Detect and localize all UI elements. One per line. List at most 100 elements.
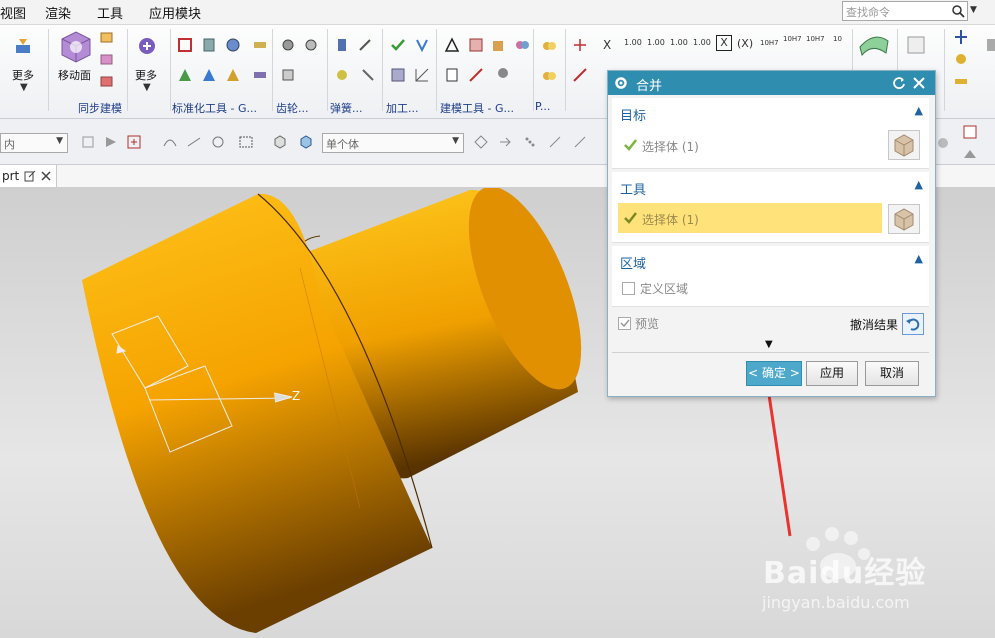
select-filter-icon-2[interactable] xyxy=(103,134,119,150)
select-face-icon[interactable] xyxy=(210,134,226,150)
reset-icon[interactable] xyxy=(892,76,906,90)
tolerance-icon[interactable] xyxy=(495,65,511,81)
filter-select[interactable]: 内 ▼ xyxy=(0,133,68,153)
dim-3[interactable]: 1.00 xyxy=(670,38,688,47)
more-label-1[interactable]: 更多 xyxy=(12,67,34,83)
pin-icon[interactable] xyxy=(225,67,241,83)
triangle-icon[interactable] xyxy=(444,37,460,53)
menu-view[interactable]: 视图 xyxy=(0,3,26,22)
group-standard-tools[interactable]: 标准化工具 - G... xyxy=(172,100,257,116)
helical-gear-icon[interactable] xyxy=(303,37,319,53)
datum-icon[interactable] xyxy=(572,37,588,53)
align-icon[interactable] xyxy=(953,29,969,45)
nut-icon[interactable] xyxy=(252,37,268,53)
dim-h7-3[interactable]: 10H7 xyxy=(806,35,825,43)
collapse-icon[interactable]: ▲ xyxy=(915,178,923,191)
menu-application[interactable]: 应用模块 xyxy=(149,3,201,22)
standard-part-icon[interactable] xyxy=(177,37,193,53)
solid-body-icon[interactable] xyxy=(298,134,314,150)
search-input[interactable]: 查找命令 xyxy=(842,1,968,21)
select-filter-icon[interactable] xyxy=(80,134,96,150)
snap-point-icon[interactable] xyxy=(126,134,142,150)
view-frame-icon[interactable] xyxy=(906,35,926,55)
snap-dots-icon[interactable] xyxy=(522,134,538,150)
dim-h7-1[interactable]: 10H7 xyxy=(760,39,779,47)
section-tool-title[interactable]: 工具 xyxy=(620,179,646,198)
washer-icon[interactable] xyxy=(201,67,217,83)
more-dropdown-icon-2[interactable]: ▼ xyxy=(143,82,151,93)
collapse-icon[interactable]: ▲ xyxy=(915,252,923,265)
measure-icon[interactable] xyxy=(468,67,484,83)
layout-icon[interactable] xyxy=(962,124,978,140)
search-icon[interactable] xyxy=(951,4,965,18)
snap-diamond-icon[interactable] xyxy=(473,134,489,150)
sketch-line-icon[interactable] xyxy=(572,67,588,83)
assembly-icon[interactable] xyxy=(541,37,557,53)
spring-delete-icon[interactable] xyxy=(360,67,376,83)
machining-feature-icon[interactable] xyxy=(414,37,430,53)
section-target-title[interactable]: 目标 xyxy=(620,105,646,124)
select-edge-icon[interactable] xyxy=(186,134,202,150)
replace-face-icon[interactable] xyxy=(99,51,115,67)
undo-result-button[interactable] xyxy=(902,313,924,335)
table-icon[interactable] xyxy=(468,37,484,53)
tab-part-file[interactable]: prt xyxy=(0,165,57,187)
disc-spring-icon[interactable] xyxy=(334,67,350,83)
gear-icon[interactable] xyxy=(614,76,628,90)
select-curve-icon[interactable] xyxy=(162,134,178,150)
document-icon[interactable] xyxy=(444,67,460,83)
dim-paren-x[interactable]: (X) xyxy=(737,37,753,50)
close-icon[interactable] xyxy=(40,170,52,182)
define-region-checkbox[interactable] xyxy=(622,282,635,295)
section-region-title[interactable]: 区域 xyxy=(620,253,646,272)
snap-arrow-icon[interactable] xyxy=(497,134,513,150)
dim-h7-2[interactable]: 10H7 xyxy=(783,35,802,43)
bearing-icon[interactable] xyxy=(177,67,193,83)
pattern-icon[interactable] xyxy=(953,73,969,89)
spring-icon[interactable] xyxy=(334,37,350,53)
dim-4[interactable]: 1.00 xyxy=(693,38,711,47)
dim-x[interactable]: X xyxy=(603,38,611,52)
ok-button[interactable]: < 确定 > xyxy=(746,361,802,386)
synchronous-more-icon[interactable] xyxy=(13,35,35,57)
more-label-2[interactable]: 更多 xyxy=(135,67,157,83)
dim-1[interactable]: 1.00 xyxy=(624,38,642,47)
delete-face-icon[interactable] xyxy=(99,73,115,89)
move-face-icon[interactable] xyxy=(58,29,94,63)
star-icon[interactable] xyxy=(953,51,969,67)
group-icon[interactable] xyxy=(514,37,530,53)
dialog-title-bar[interactable]: 合并 xyxy=(608,71,935,95)
component-icon[interactable] xyxy=(541,67,557,83)
apply-button[interactable]: 应用 xyxy=(806,361,858,386)
box-select-icon[interactable] xyxy=(238,134,254,150)
check-icon[interactable] xyxy=(390,37,406,53)
more-edit-icon[interactable] xyxy=(136,35,158,57)
group-modeling-tools[interactable]: 建模工具 - G... xyxy=(440,100,514,116)
attribute-icon[interactable] xyxy=(491,37,507,53)
view-icon[interactable] xyxy=(935,135,951,151)
bevel-gear-icon[interactable] xyxy=(280,67,296,83)
tool-select-row[interactable]: 选择体 (1) xyxy=(618,203,882,233)
machining-axis-icon[interactable] xyxy=(414,67,430,83)
snap-line-icon[interactable] xyxy=(547,134,563,150)
menu-tools[interactable]: 工具 xyxy=(97,3,123,22)
preview-checkbox[interactable] xyxy=(618,317,631,330)
surface-icon[interactable] xyxy=(858,29,890,57)
offset-region-icon[interactable] xyxy=(99,29,115,45)
group-p[interactable]: P... xyxy=(535,100,550,113)
group-gear[interactable]: 齿轮... xyxy=(276,100,309,116)
bolt-icon[interactable] xyxy=(201,37,217,53)
expand-more-icon[interactable]: ▼ xyxy=(765,339,773,350)
target-select-body[interactable]: 选择体 (1) xyxy=(642,138,699,155)
snap-line-icon-2[interactable] xyxy=(572,134,588,150)
cancel-button[interactable]: 取消 xyxy=(865,361,919,386)
screw-icon[interactable] xyxy=(252,67,268,83)
search-dropdown-icon[interactable]: ▼ xyxy=(970,5,977,15)
move-face-label[interactable]: 移动面 xyxy=(58,67,91,83)
machining-area-icon[interactable] xyxy=(390,67,406,83)
gear-part-icon[interactable] xyxy=(225,37,241,53)
more-dropdown-icon-1[interactable]: ▼ xyxy=(20,82,28,93)
menu-render[interactable]: 渲染 xyxy=(45,3,71,22)
tool-body-button[interactable] xyxy=(888,204,920,234)
target-body-button[interactable] xyxy=(888,130,920,160)
